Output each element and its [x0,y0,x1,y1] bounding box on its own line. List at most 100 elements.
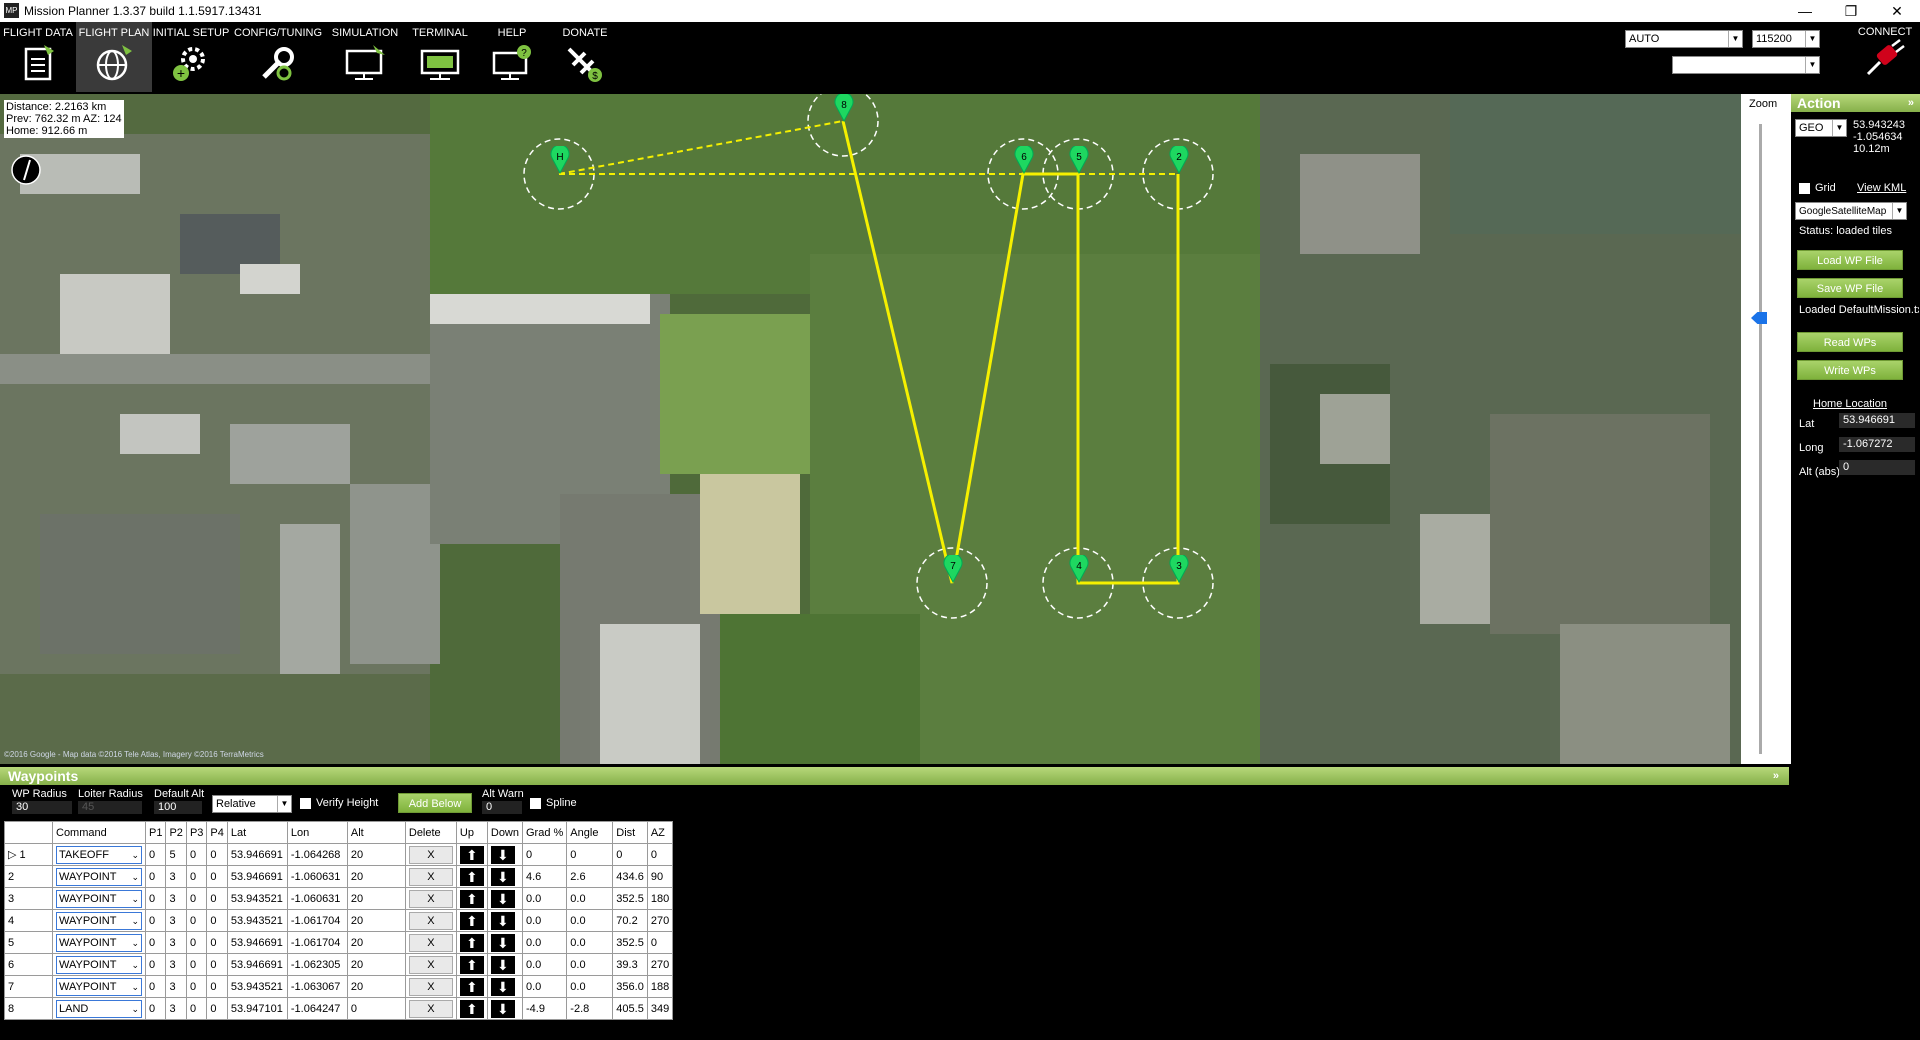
p1-cell[interactable]: 0 [144,953,167,976]
angle-cell[interactable]: 0.0 [566,931,614,954]
az-cell[interactable]: 270 [646,953,674,976]
delete-button[interactable]: X [408,889,453,908]
az-cell[interactable]: 180 [646,887,674,910]
p4-cell[interactable]: 0 [206,931,228,954]
collapse-icon[interactable]: » [1773,767,1779,785]
grad-cell[interactable]: 0.0 [521,975,568,998]
wp-radius-field[interactable]: 30 [12,801,72,814]
delete-button[interactable]: X [408,999,453,1018]
az-cell[interactable]: 270 [646,909,674,932]
lat-cell[interactable]: 53.946691 [226,843,288,866]
lat-cell[interactable]: 53.946691 [226,953,288,976]
home-lat-field[interactable]: 53.946691 [1839,413,1915,428]
waypoint-marker[interactable]: 6 [1014,144,1034,179]
p4-cell[interactable]: 0 [206,997,228,1020]
column-header[interactable]: Grad % [521,821,568,844]
tab-help[interactable]: HELP ? [476,22,548,92]
alt-cell[interactable]: 20 [346,953,406,976]
p2-cell[interactable]: 5 [165,843,187,866]
table-row[interactable]: ▷ 1 TAKEOFF ⌄ 0 5 0 0 53.946691 -1.064268 20 X ⬆ ⬇ 0 0… [4,843,674,866]
p1-cell[interactable]: 0 [144,909,167,932]
read-wps-button[interactable]: Read WPs [1797,332,1903,352]
p4-cell[interactable]: 0 [206,865,228,888]
command-cell[interactable]: WAYPOINT ⌄ [52,975,146,998]
grad-cell[interactable]: 0.0 [521,909,568,932]
lon-cell[interactable]: -1.064268 [286,843,348,866]
move-up-icon[interactable]: ⬆ [459,911,484,930]
p3-cell[interactable]: 0 [185,997,208,1020]
waypoint-marker[interactable]: 4 [1069,553,1089,588]
tab-terminal[interactable]: TERMINAL [404,22,476,92]
lat-cell[interactable]: 53.943521 [226,975,288,998]
move-up-icon[interactable]: ⬆ [459,867,484,886]
zoom-slider-thumb[interactable] [1751,312,1767,324]
command-cell[interactable]: WAYPOINT ⌄ [52,931,146,954]
dist-cell[interactable]: 352.5 [612,887,648,910]
angle-cell[interactable]: 0 [566,843,614,866]
command-select[interactable]: TAKEOFF ⌄ [56,845,142,864]
column-header[interactable]: Dist [612,821,648,844]
p2-cell[interactable]: 3 [165,997,187,1020]
angle-cell[interactable]: 0.0 [566,909,614,932]
home-alt-field[interactable]: 0 [1839,460,1915,475]
row-number[interactable]: 5 [4,931,53,954]
map-provider-select[interactable]: GoogleSatelliteMap ▼ [1795,202,1907,220]
angle-cell[interactable]: 0.0 [566,953,614,976]
tab-initial-setup[interactable]: INITIAL SETUP + [152,22,230,92]
p3-cell[interactable]: 0 [185,931,208,954]
table-row[interactable]: 5 WAYPOINT ⌄ 0 3 0 0 53.946691 -1.061704 20 X ⬆ ⬇ 0.0… [4,931,674,954]
az-cell[interactable]: 349 [646,997,674,1020]
delete-button[interactable]: X [408,867,453,886]
p2-cell[interactable]: 3 [165,865,187,888]
column-header[interactable]: Alt [346,821,406,844]
command-select[interactable]: WAYPOINT ⌄ [56,955,142,974]
move-down-icon[interactable]: ⬇ [490,999,515,1018]
p1-cell[interactable]: 0 [144,887,167,910]
alt-cell[interactable]: 20 [346,887,406,910]
home-location-link[interactable]: Home Location [1813,398,1887,410]
command-select[interactable]: LAND ⌄ [56,999,142,1018]
connect-button[interactable]: CONNECT [1850,26,1920,81]
command-cell[interactable]: WAYPOINT ⌄ [52,953,146,976]
p3-cell[interactable]: 0 [185,975,208,998]
az-cell[interactable]: 0 [646,931,674,954]
row-number[interactable]: 2 [4,865,53,888]
angle-cell[interactable]: 0.0 [566,887,614,910]
grad-cell[interactable]: 0.0 [521,953,568,976]
move-up-icon[interactable]: ⬆ [459,955,484,974]
p3-cell[interactable]: 0 [185,843,208,866]
p1-cell[interactable]: 0 [144,843,167,866]
row-number[interactable]: 7 [4,975,53,998]
lat-cell[interactable]: 53.947101 [226,997,288,1020]
command-cell[interactable]: TAKEOFF ⌄ [52,843,146,866]
dist-cell[interactable]: 356.0 [612,975,648,998]
command-select[interactable]: WAYPOINT ⌄ [56,911,142,930]
column-header[interactable]: Delete [404,821,457,844]
move-down-icon[interactable]: ⬇ [490,845,515,864]
p2-cell[interactable]: 3 [165,887,187,910]
lat-cell[interactable]: 53.946691 [226,931,288,954]
p1-cell[interactable]: 0 [144,865,167,888]
alt-cell[interactable]: 20 [346,865,406,888]
delete-button[interactable]: X [408,977,453,996]
home-long-field[interactable]: -1.067272 [1839,437,1915,452]
move-up-icon[interactable]: ⬆ [459,933,484,952]
column-header[interactable]: Angle [566,821,614,844]
command-select[interactable]: WAYPOINT ⌄ [56,867,142,886]
row-number[interactable]: 6 [4,953,53,976]
p2-cell[interactable]: 3 [165,909,187,932]
az-cell[interactable]: 188 [646,975,674,998]
map-view[interactable]: H 8 6 5 2 7 4 3 ©2016 Google - Map data … [0,94,1741,764]
p2-cell[interactable]: 3 [165,975,187,998]
row-number[interactable]: ▷ 1 [4,843,53,866]
dist-cell[interactable]: 0 [612,843,648,866]
column-header[interactable]: P3 [185,821,208,844]
waypoint-marker[interactable]: 2 [1169,144,1189,179]
table-row[interactable]: 6 WAYPOINT ⌄ 0 3 0 0 53.946691 -1.062305 20 X ⬆ ⬇ 0.0… [4,953,674,976]
lat-cell[interactable]: 53.943521 [226,909,288,932]
tab-flight-data[interactable]: FLIGHT DATA [0,22,76,92]
lon-cell[interactable]: -1.064247 [286,997,348,1020]
tab-config-tuning[interactable]: CONFIG/TUNING [230,22,326,92]
column-header[interactable]: Down [486,821,524,844]
table-row[interactable]: 2 WAYPOINT ⌄ 0 3 0 0 53.946691 -1.060631 20 X ⬆ ⬇ 4.6… [4,865,674,888]
